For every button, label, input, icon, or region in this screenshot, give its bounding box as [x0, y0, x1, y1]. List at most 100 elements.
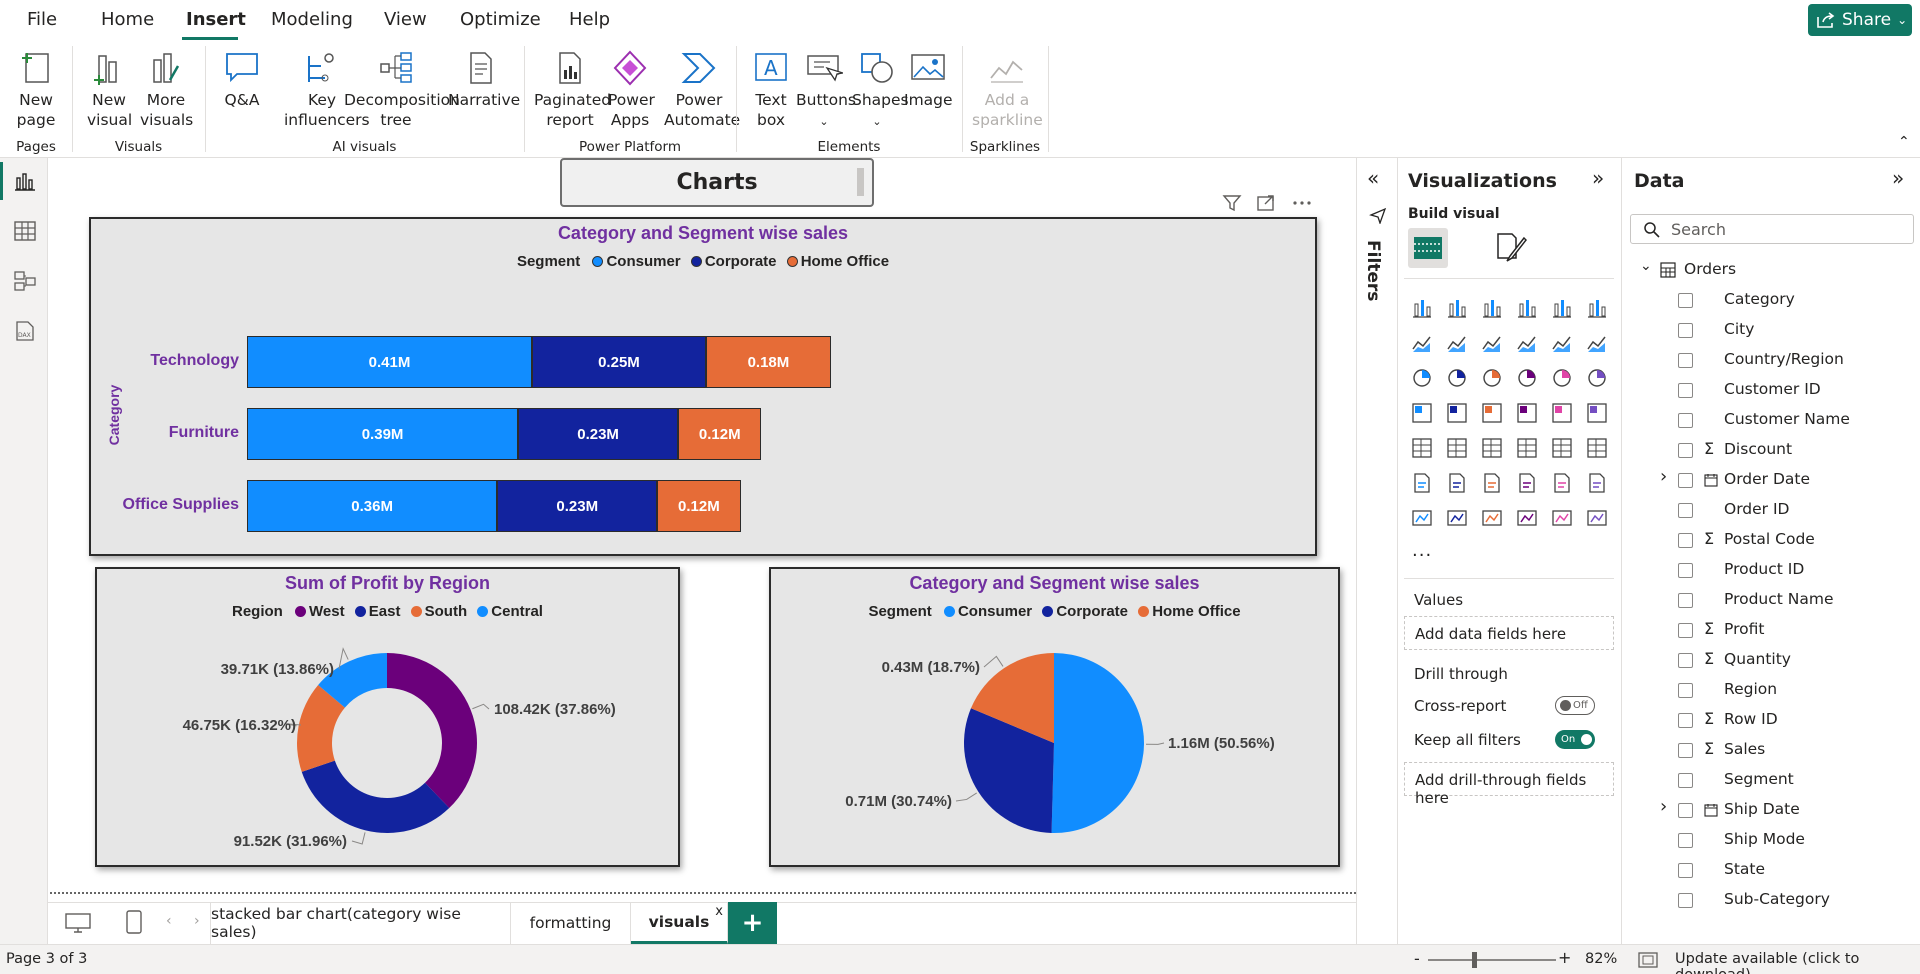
zoom-level[interactable]: 82% — [1585, 951, 1617, 967]
field-checkbox[interactable] — [1678, 713, 1693, 728]
data-search-input[interactable]: Search — [1630, 214, 1914, 244]
drill-through-drop-well[interactable]: Add drill-through fields here — [1404, 762, 1614, 807]
power-automate-visual-icon[interactable] — [1445, 506, 1469, 530]
menu-optimize[interactable]: Optimize — [460, 9, 541, 30]
focus-mode-icon[interactable] — [1256, 194, 1276, 212]
field-product-id[interactable]: Product ID — [1672, 560, 1912, 582]
collapse-ribbon-icon[interactable]: ⌃ — [1898, 134, 1910, 150]
field-checkbox[interactable] — [1678, 593, 1693, 608]
field-ship-date[interactable]: › Ship Date — [1660, 796, 1912, 822]
funnel-icon[interactable] — [1480, 366, 1504, 390]
python-icon[interactable] — [1410, 471, 1434, 495]
field-checkbox[interactable] — [1678, 803, 1693, 818]
field-checkbox[interactable] — [1678, 563, 1693, 578]
field-checkbox[interactable] — [1678, 443, 1693, 458]
table-icon[interactable] — [1515, 436, 1539, 460]
bar-segment[interactable]: 0.18M — [705, 336, 831, 388]
bar-segment[interactable]: 0.41M — [247, 336, 533, 388]
field-checkbox[interactable] — [1678, 773, 1693, 788]
field-sub-category[interactable]: Sub-Category — [1672, 890, 1912, 912]
menu-home[interactable]: Home — [101, 9, 154, 30]
desktop-layout-icon[interactable] — [64, 912, 92, 934]
qna-button[interactable]: Q&A — [222, 50, 262, 110]
chevron-right-icon[interactable]: › — [1660, 796, 1667, 817]
menu-view[interactable]: View — [384, 9, 427, 30]
gauge-icon[interactable] — [1550, 401, 1574, 425]
field-quantity[interactable]: Σ Quantity — [1672, 649, 1912, 672]
filled-map-icon[interactable] — [1480, 401, 1504, 425]
close-tab-icon[interactable]: x — [715, 904, 723, 919]
values-drop-well[interactable]: Add data fields here — [1404, 616, 1614, 650]
pie-icon[interactable] — [1550, 366, 1574, 390]
new-slicer-icon[interactable] — [1515, 506, 1539, 530]
tab-stacked-bar-chart[interactable]: stacked bar chart(category wise sales) — [211, 902, 511, 944]
chevron-right-icon[interactable]: › — [1660, 466, 1667, 487]
azure-map-icon[interactable] — [1515, 401, 1539, 425]
power-apps-visual-icon[interactable] — [1550, 506, 1574, 530]
donut-slice[interactable] — [301, 760, 450, 833]
paginated-report-button[interactable]: Paginated report — [534, 50, 611, 130]
card-icon[interactable] — [1585, 401, 1609, 425]
keep-all-filters-toggle[interactable]: On — [1555, 730, 1595, 749]
line-and-column-icon[interactable] — [1550, 331, 1574, 355]
bar-segment[interactable]: 0.25M — [532, 336, 706, 388]
clustered-column-icon[interactable] — [1515, 296, 1539, 320]
field-profit[interactable]: Σ Profit — [1672, 619, 1912, 642]
fit-to-page-icon[interactable] — [1638, 952, 1658, 968]
more-visuals-button[interactable]: More visuals — [140, 50, 193, 130]
field-sales[interactable]: Σ Sales — [1672, 739, 1912, 762]
field-checkbox[interactable] — [1678, 623, 1693, 638]
filter-icon[interactable] — [1222, 194, 1242, 212]
field-checkbox[interactable] — [1678, 683, 1693, 698]
kpi-icon[interactable] — [1445, 436, 1469, 460]
clustered-bar-icon[interactable] — [1480, 296, 1504, 320]
pie-slice[interactable] — [1051, 653, 1144, 833]
dax-query-view-icon[interactable]: DAX — [12, 320, 38, 342]
area-icon[interactable] — [1445, 331, 1469, 355]
new-visual-button[interactable]: New visual — [86, 50, 132, 130]
field-customer-id[interactable]: Customer ID — [1672, 380, 1912, 402]
power-apps-button[interactable]: Power Apps — [608, 50, 655, 130]
bar-segment[interactable]: 0.12M — [678, 408, 762, 460]
build-visual-tab[interactable] — [1408, 228, 1448, 268]
field-order-id[interactable]: Order ID — [1672, 500, 1912, 522]
field-row-id[interactable]: Σ Row ID — [1672, 709, 1912, 732]
field-category[interactable]: Category — [1672, 290, 1912, 312]
collapse-data-icon[interactable]: » — [1892, 166, 1904, 190]
mobile-layout-icon[interactable] — [124, 910, 144, 934]
collapse-visualizations-icon[interactable]: » — [1592, 166, 1604, 190]
cross-report-toggle[interactable]: Off — [1555, 696, 1595, 715]
field-city[interactable]: City — [1672, 320, 1912, 342]
waterfall-icon[interactable] — [1445, 366, 1469, 390]
textbox-scrollbar[interactable] — [857, 168, 864, 196]
legend-item[interactable]: Corporate — [705, 253, 777, 270]
bar-segment[interactable]: 0.23M — [518, 408, 679, 460]
tab-formatting[interactable]: formatting — [511, 902, 631, 944]
100-stacked-column-icon[interactable] — [1585, 296, 1609, 320]
paginated-icon[interactable] — [1410, 506, 1434, 530]
field-discount[interactable]: Σ Discount — [1672, 439, 1912, 462]
field-checkbox[interactable] — [1678, 473, 1693, 488]
map-icon[interactable] — [1445, 401, 1469, 425]
stacked-column-icon[interactable] — [1445, 296, 1469, 320]
field-checkbox[interactable] — [1678, 383, 1693, 398]
qna-icon[interactable] — [1515, 471, 1539, 495]
field-checkbox[interactable] — [1678, 653, 1693, 668]
bar-segment[interactable]: 0.12M — [657, 480, 741, 532]
donut-icon[interactable] — [1585, 366, 1609, 390]
zoom-slider-thumb[interactable] — [1472, 952, 1477, 968]
bar-segment[interactable]: 0.23M — [497, 480, 658, 532]
model-view-icon[interactable] — [12, 270, 38, 292]
text-box-button[interactable]: A Text box — [748, 50, 794, 130]
power-automate-button[interactable]: Power Automate — [664, 50, 740, 130]
buttons-button[interactable]: Buttons ⌄ — [796, 50, 856, 132]
report-view-icon[interactable] — [12, 170, 38, 192]
multi-row-card-icon[interactable] — [1410, 436, 1434, 460]
add-sparkline-button[interactable]: Add a sparkline — [972, 50, 1043, 130]
field-checkbox[interactable] — [1678, 293, 1693, 308]
stacked-bar-chart[interactable]: Category and Segment wise sales Segment … — [89, 217, 1317, 556]
field-segment[interactable]: Segment — [1672, 770, 1912, 792]
key-influencers-icon[interactable] — [1445, 471, 1469, 495]
100-stacked-area-icon[interactable] — [1515, 331, 1539, 355]
zoom-out-button[interactable]: - — [1414, 949, 1420, 968]
